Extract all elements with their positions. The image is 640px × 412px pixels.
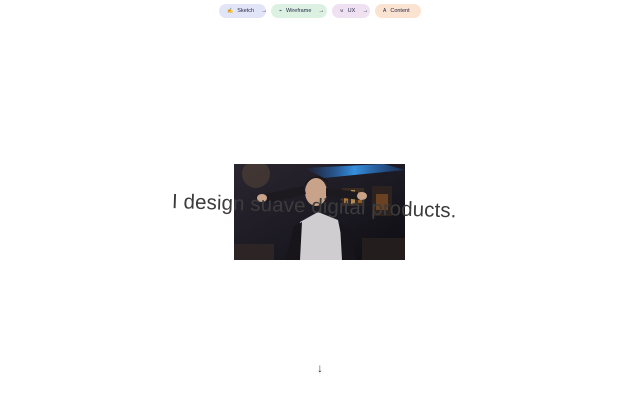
wireframe-icon: ⌁ [279,7,283,14]
pill-wireframe-label: Wireframe [286,8,312,14]
pill-wireframe[interactable]: ⌁ Wireframe → [271,4,327,18]
pill-content[interactable]: A Content [375,4,421,18]
pill-ux-label: UX [347,8,356,14]
pill-nav: ✍ Sketch → ⌁ Wireframe → ⊍ UX → A Conten… [0,4,640,18]
arrow-right-icon: → [261,8,268,14]
pill-sketch-label: Sketch [237,8,255,14]
arrow-right-icon: → [318,8,325,14]
pill-content-label: Content [390,8,410,14]
arrow-down-icon[interactable]: ↓ [312,360,328,376]
pill-ux[interactable]: ⊍ UX → [332,4,370,18]
arrow-right-icon: → [362,8,369,14]
pen-icon: ✍ [227,7,234,14]
text-icon: A [383,7,387,14]
hero-headline: I design suave digital products. [171,190,457,223]
page: ✍ Sketch → ⌁ Wireframe → ⊍ UX → A Conten… [0,0,640,412]
pill-sketch[interactable]: ✍ Sketch → [219,4,268,18]
ux-icon: ⊍ [340,7,344,14]
